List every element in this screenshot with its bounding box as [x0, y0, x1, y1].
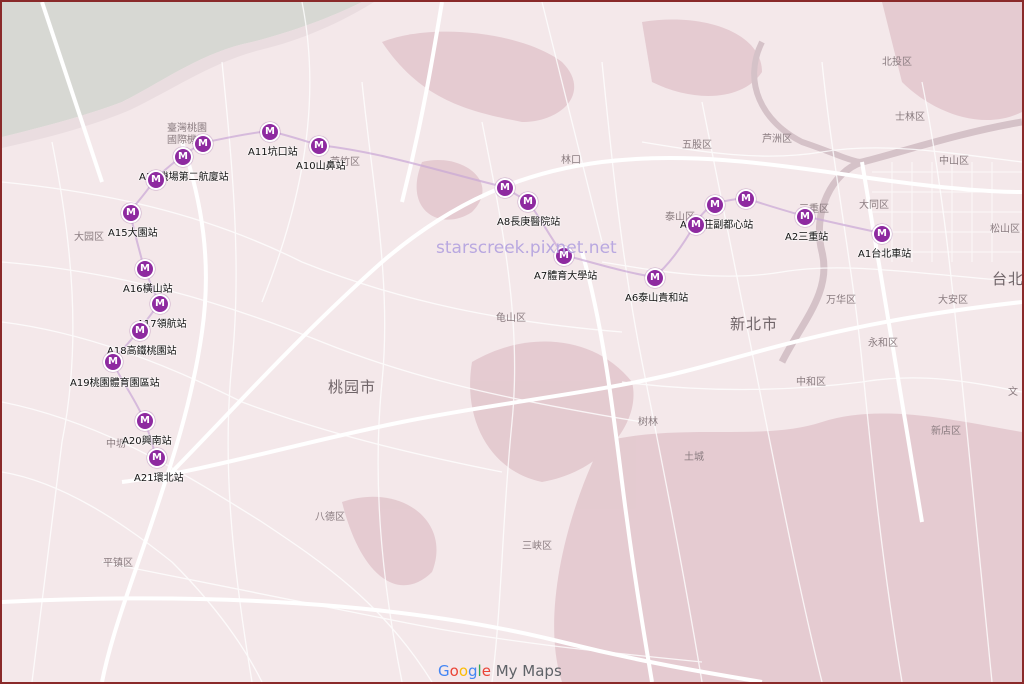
place-label-luzhou: 芦洲区: [762, 134, 792, 145]
metro-marker-icon-a20[interactable]: M: [135, 411, 155, 431]
place-label-datong: 大同区: [859, 200, 889, 211]
place-label-guishan: 龟山区: [496, 313, 526, 324]
station-label-a6[interactable]: A6泰山貴和站: [625, 289, 688, 304]
station-label-a16[interactable]: A16橫山站: [123, 280, 173, 295]
metro-marker-icon-a14[interactable]: M: [146, 170, 166, 190]
station-label-a21[interactable]: A21環北站: [134, 469, 184, 484]
station-label-a20[interactable]: A20興南站: [122, 432, 172, 447]
place-label-daan: 大安区: [938, 295, 968, 306]
city-label-newtaipei: 新北市: [730, 315, 779, 333]
metro-marker-icon-a4[interactable]: M: [705, 195, 725, 215]
place-label-wugu: 五股区: [682, 140, 712, 151]
place-label-yonghe: 永和区: [868, 338, 898, 349]
metro-marker-icon-a17[interactable]: M: [150, 294, 170, 314]
station-label-a19[interactable]: A19桃園體育園區站: [70, 374, 160, 389]
station-label-a10[interactable]: A10山鼻站: [296, 157, 346, 172]
place-label-tucheng: 土城: [684, 452, 704, 463]
metro-marker-icon-a9[interactable]: M: [495, 178, 515, 198]
station-label-a7[interactable]: A7體育大學站: [534, 267, 597, 282]
google-my-maps-logo: Google My Maps: [438, 662, 562, 680]
metro-marker-icon-a10[interactable]: M: [309, 136, 329, 156]
metro-marker-icon-a11[interactable]: M: [260, 122, 280, 142]
city-label-taoyuan: 桃园市: [328, 378, 377, 396]
metro-marker-icon-a8[interactable]: M: [518, 192, 538, 212]
place-label-songshan: 松山区: [990, 224, 1020, 235]
place-label-wanhua: 万华区: [826, 295, 856, 306]
station-label-a11[interactable]: A11坑口站: [248, 143, 298, 158]
place-label-dayuan: 大园区: [74, 232, 104, 243]
metro-marker-icon-a19[interactable]: M: [103, 352, 123, 372]
metro-marker-icon-a12[interactable]: M: [193, 134, 213, 154]
place-label-bade: 八德区: [315, 512, 345, 523]
station-label-a1[interactable]: A1台北車站: [858, 245, 911, 260]
place-label-beitou: 北投区: [882, 57, 912, 68]
metro-marker-icon-a1[interactable]: M: [872, 224, 892, 244]
place-label-pingzhen: 平镇区: [103, 558, 133, 569]
metro-marker-icon-a18[interactable]: M: [130, 321, 150, 341]
city-label-taipei: 台北: [992, 270, 1024, 288]
map-canvas[interactable]: 北投区 士林区 中山区 芦洲区 五股区 林口 芦竹区 三重区 大同区 松山区 泰山区 大园区 万华区 大安…: [0, 0, 1024, 684]
metro-marker-icon-a3[interactable]: M: [736, 189, 756, 209]
metro-marker-icon-a13[interactable]: M: [173, 147, 193, 167]
place-label-zhonghe: 中和区: [796, 377, 826, 388]
metro-marker-icon-a21[interactable]: M: [147, 448, 167, 468]
metro-marker-icon-a5[interactable]: M: [686, 215, 706, 235]
place-label-wen: 文: [1008, 387, 1018, 398]
place-label-shilin: 士林区: [895, 112, 925, 123]
metro-marker-icon-a6[interactable]: M: [645, 268, 665, 288]
metro-marker-icon-a15[interactable]: M: [121, 203, 141, 223]
metro-marker-icon-a16[interactable]: M: [135, 259, 155, 279]
station-label-a15[interactable]: A15大園站: [108, 224, 158, 239]
place-label-linkou: 林口: [561, 155, 581, 166]
place-label-xindian: 新店区: [931, 426, 961, 437]
watermark: starscreek.pixnet.net: [436, 238, 617, 258]
place-label-shulin: 树林: [638, 417, 658, 428]
station-label-a8[interactable]: A8長庚醫院站: [497, 213, 560, 228]
metro-marker-icon-a2[interactable]: M: [795, 207, 815, 227]
place-label-zhongshan: 中山区: [939, 156, 969, 167]
station-label-a2[interactable]: A2三重站: [785, 228, 828, 243]
place-label-sanxia: 三峡区: [522, 541, 552, 552]
